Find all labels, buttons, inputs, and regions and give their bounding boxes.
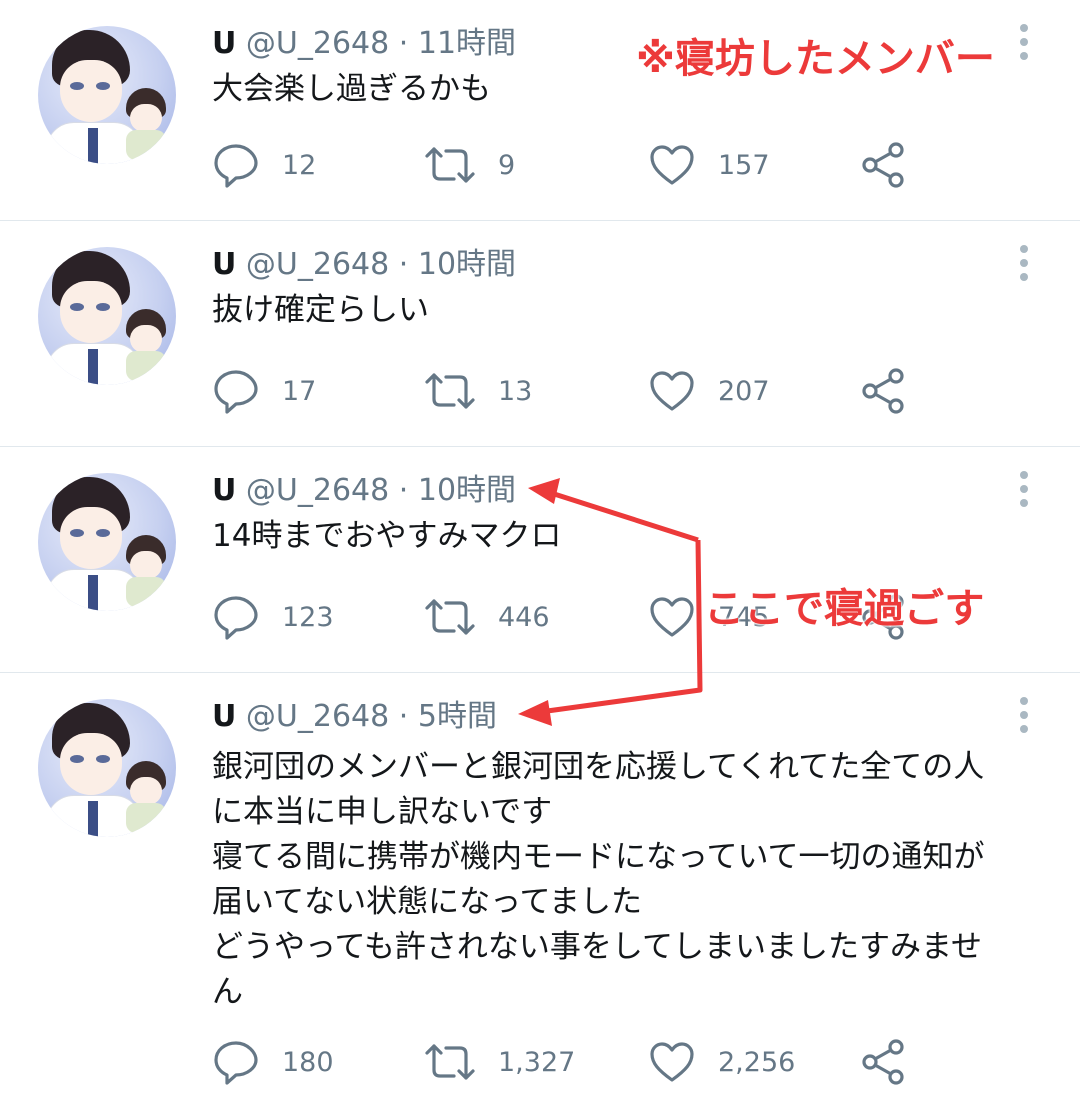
tweet-text-line: 寝てる間に携帯が機内モードになっていて一切の通知が bbox=[212, 839, 985, 875]
reply-icon bbox=[214, 1041, 258, 1085]
separator-dot: · bbox=[398, 247, 409, 282]
reply-count: 123 bbox=[282, 601, 334, 633]
heart-icon bbox=[650, 1042, 694, 1082]
reply-icon bbox=[214, 596, 258, 640]
like-count: 157 bbox=[718, 149, 770, 181]
avatar[interactable] bbox=[38, 26, 176, 164]
heart-icon bbox=[650, 145, 694, 185]
more-vertical-icon[interactable] bbox=[1016, 695, 1032, 735]
user-handle[interactable]: @U_2648 bbox=[246, 473, 389, 508]
share-button[interactable] bbox=[860, 366, 908, 416]
tweet-header: U @U_2648 · 10時間 bbox=[212, 471, 516, 511]
separator-dot: · bbox=[398, 26, 409, 61]
tweet-header: U @U_2648 · 11時間 bbox=[212, 24, 516, 64]
like-button[interactable]: 2,256 bbox=[648, 1037, 795, 1087]
tweet-actions: 17 13 207 bbox=[212, 366, 1032, 416]
reply-button[interactable]: 123 bbox=[212, 592, 334, 642]
avatar[interactable] bbox=[38, 473, 176, 611]
display-name[interactable]: U bbox=[212, 247, 236, 282]
display-name[interactable]: U bbox=[212, 26, 236, 61]
display-name[interactable]: U bbox=[212, 473, 236, 508]
share-icon bbox=[862, 368, 904, 414]
user-handle[interactable]: @U_2648 bbox=[246, 699, 389, 734]
heart-icon bbox=[650, 371, 694, 411]
like-count: 207 bbox=[718, 375, 770, 407]
tweet-actions: 180 1,327 2,256 bbox=[212, 1037, 1032, 1087]
tweet[interactable]: U @U_2648 · 10時間 14時までおやすみマクロ 123 446 74… bbox=[0, 447, 1080, 673]
retweet-count: 1,327 bbox=[498, 1046, 576, 1078]
tweet-text-line: ん bbox=[212, 974, 243, 1010]
timestamp[interactable]: 5時間 bbox=[418, 699, 497, 734]
reply-count: 17 bbox=[282, 375, 317, 407]
separator-dot: · bbox=[398, 699, 409, 734]
like-count: 2,256 bbox=[718, 1046, 796, 1078]
retweet-count: 9 bbox=[498, 149, 516, 181]
retweet-icon bbox=[425, 599, 475, 635]
share-button[interactable] bbox=[860, 140, 908, 190]
retweet-icon bbox=[425, 1044, 475, 1080]
timestamp[interactable]: 10時間 bbox=[418, 473, 516, 508]
retweet-button[interactable]: 13 bbox=[424, 366, 532, 416]
retweet-icon bbox=[425, 147, 475, 183]
tweet-text-line: 届いてない状態になってました bbox=[212, 884, 642, 920]
reply-icon bbox=[214, 370, 258, 414]
like-button[interactable]: 157 bbox=[648, 140, 770, 190]
tweet-text: 14時までおやすみマクロ bbox=[212, 518, 562, 554]
like-button[interactable]: 207 bbox=[648, 366, 770, 416]
retweet-button[interactable]: 9 bbox=[424, 140, 515, 190]
reply-count: 180 bbox=[282, 1046, 334, 1078]
tweet-text-line: に本当に申し訳ないです bbox=[212, 794, 553, 830]
tweet-header: U @U_2648 · 5時間 bbox=[212, 697, 497, 737]
tweet-text: 抜け確定らしい bbox=[212, 292, 429, 328]
more-vertical-icon[interactable] bbox=[1016, 469, 1032, 509]
retweet-icon bbox=[425, 373, 475, 409]
more-vertical-icon[interactable] bbox=[1016, 22, 1032, 62]
share-icon bbox=[862, 1039, 904, 1085]
tweet-header: U @U_2648 · 10時間 bbox=[212, 245, 516, 285]
tweet-actions: 12 9 157 bbox=[212, 140, 1032, 190]
timestamp[interactable]: 10時間 bbox=[418, 247, 516, 282]
share-icon bbox=[862, 142, 904, 188]
retweet-button[interactable]: 446 bbox=[424, 592, 550, 642]
user-handle[interactable]: @U_2648 bbox=[246, 26, 389, 61]
separator-dot: · bbox=[398, 473, 409, 508]
reply-button[interactable]: 17 bbox=[212, 366, 316, 416]
tweet[interactable]: U @U_2648 · 10時間 抜け確定らしい 17 13 207 bbox=[0, 221, 1080, 447]
timestamp[interactable]: 11時間 bbox=[418, 26, 516, 61]
tweet-text-line: どうやっても許されない事をしてしまいましたすみませ bbox=[212, 929, 983, 965]
heart-icon bbox=[650, 597, 694, 637]
reply-button[interactable]: 180 bbox=[212, 1037, 334, 1087]
retweet-count: 446 bbox=[498, 601, 550, 633]
tweet-text-line: 銀河団のメンバーと銀河団を応援してくれてた全ての人 bbox=[212, 749, 985, 785]
tweet[interactable]: U @U_2648 · 5時間 銀河団のメンバーと銀河団を応援してくれてた全ての… bbox=[0, 673, 1080, 1105]
avatar[interactable] bbox=[38, 699, 176, 837]
avatar[interactable] bbox=[38, 247, 176, 385]
retweet-count: 13 bbox=[498, 375, 533, 407]
user-handle[interactable]: @U_2648 bbox=[246, 247, 389, 282]
annotation-note: ※寝坊したメンバー bbox=[636, 36, 995, 82]
reply-icon bbox=[214, 144, 258, 188]
display-name[interactable]: U bbox=[212, 699, 236, 734]
retweet-button[interactable]: 1,327 bbox=[424, 1037, 575, 1087]
more-vertical-icon[interactable] bbox=[1016, 243, 1032, 283]
reply-count: 12 bbox=[282, 149, 317, 181]
share-button[interactable] bbox=[860, 1037, 908, 1087]
reply-button[interactable]: 12 bbox=[212, 140, 316, 190]
annotation-note: ここで寝過ごす bbox=[704, 586, 985, 632]
tweet-text: 銀河団のメンバーと銀河団を応援してくれてた全ての人 に本当に申し訳ないです 寝て… bbox=[212, 745, 1042, 1015]
